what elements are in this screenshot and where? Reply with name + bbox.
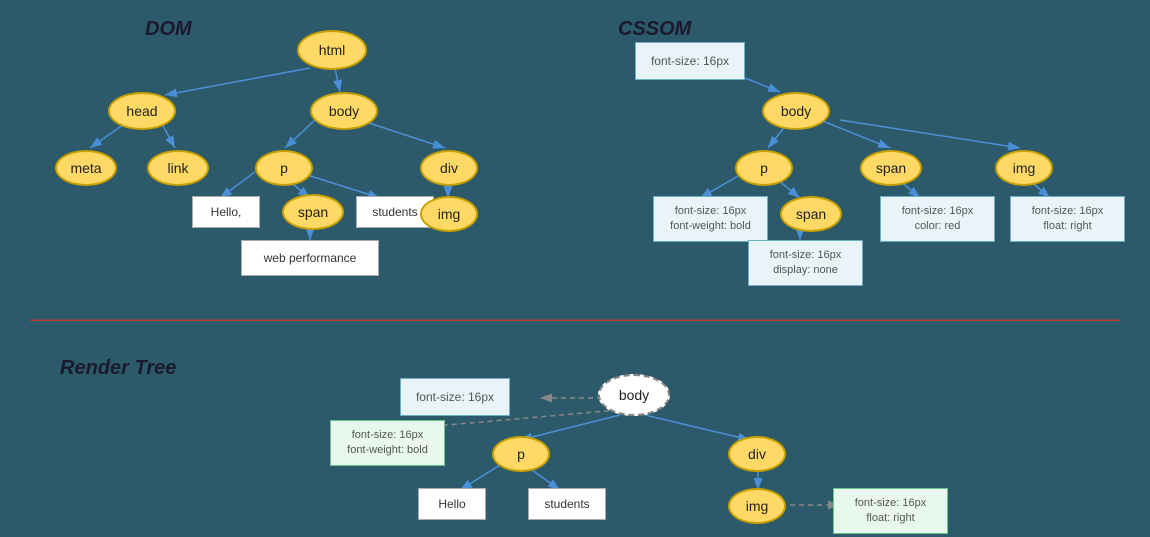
cssom-fontsize-box: font-size: 16px: [635, 42, 745, 80]
dom-html-node: html: [297, 30, 367, 70]
render-img-styles-box: font-size: 16px float: right: [833, 488, 948, 534]
dom-title: DOM: [145, 18, 192, 41]
dom-p-node: p: [255, 150, 313, 186]
cssom-body-node: body: [762, 92, 830, 130]
dom-link-node: link: [147, 150, 209, 186]
dom-head-node: head: [108, 92, 176, 130]
dom-webperf-node: web performance: [241, 240, 379, 276]
dom-span-node: span: [282, 194, 344, 230]
cssom-p-styles-box: font-size: 16px font-weight: bold: [653, 196, 768, 242]
cssom-span-child-styles-box: font-size: 16px display: none: [748, 240, 863, 286]
render-p-styles-box: font-size: 16px font-weight: bold: [330, 420, 445, 466]
render-tree-title: Render Tree: [60, 357, 176, 380]
dom-div-node: div: [420, 150, 478, 186]
arrows-svg: [0, 0, 1150, 537]
cssom-title: CSSOM: [618, 18, 691, 41]
render-img-node: img: [728, 488, 786, 524]
render-p-node: p: [492, 436, 550, 472]
dom-img-node: img: [420, 196, 478, 232]
cssom-span-styles-box: font-size: 16px color: red: [880, 196, 995, 242]
section-divider: [30, 320, 1120, 321]
cssom-span-top-node: span: [860, 150, 922, 186]
cssom-img-styles-box: font-size: 16px float: right: [1010, 196, 1125, 242]
cssom-img-node: img: [995, 150, 1053, 186]
render-fontsize-box: font-size: 16px: [400, 378, 510, 416]
dom-body-node: body: [310, 92, 378, 130]
render-hello-node: Hello: [418, 488, 486, 520]
cssom-span-child-node: span: [780, 196, 842, 232]
dom-meta-node: meta: [55, 150, 117, 186]
diagram-container: DOM html head body meta link p div Hello…: [0, 0, 1150, 537]
render-students-node: students: [528, 488, 606, 520]
dom-hello-node: Hello,: [192, 196, 260, 228]
cssom-p-node: p: [735, 150, 793, 186]
render-div-node: div: [728, 436, 786, 472]
render-body-node: body: [598, 374, 670, 416]
